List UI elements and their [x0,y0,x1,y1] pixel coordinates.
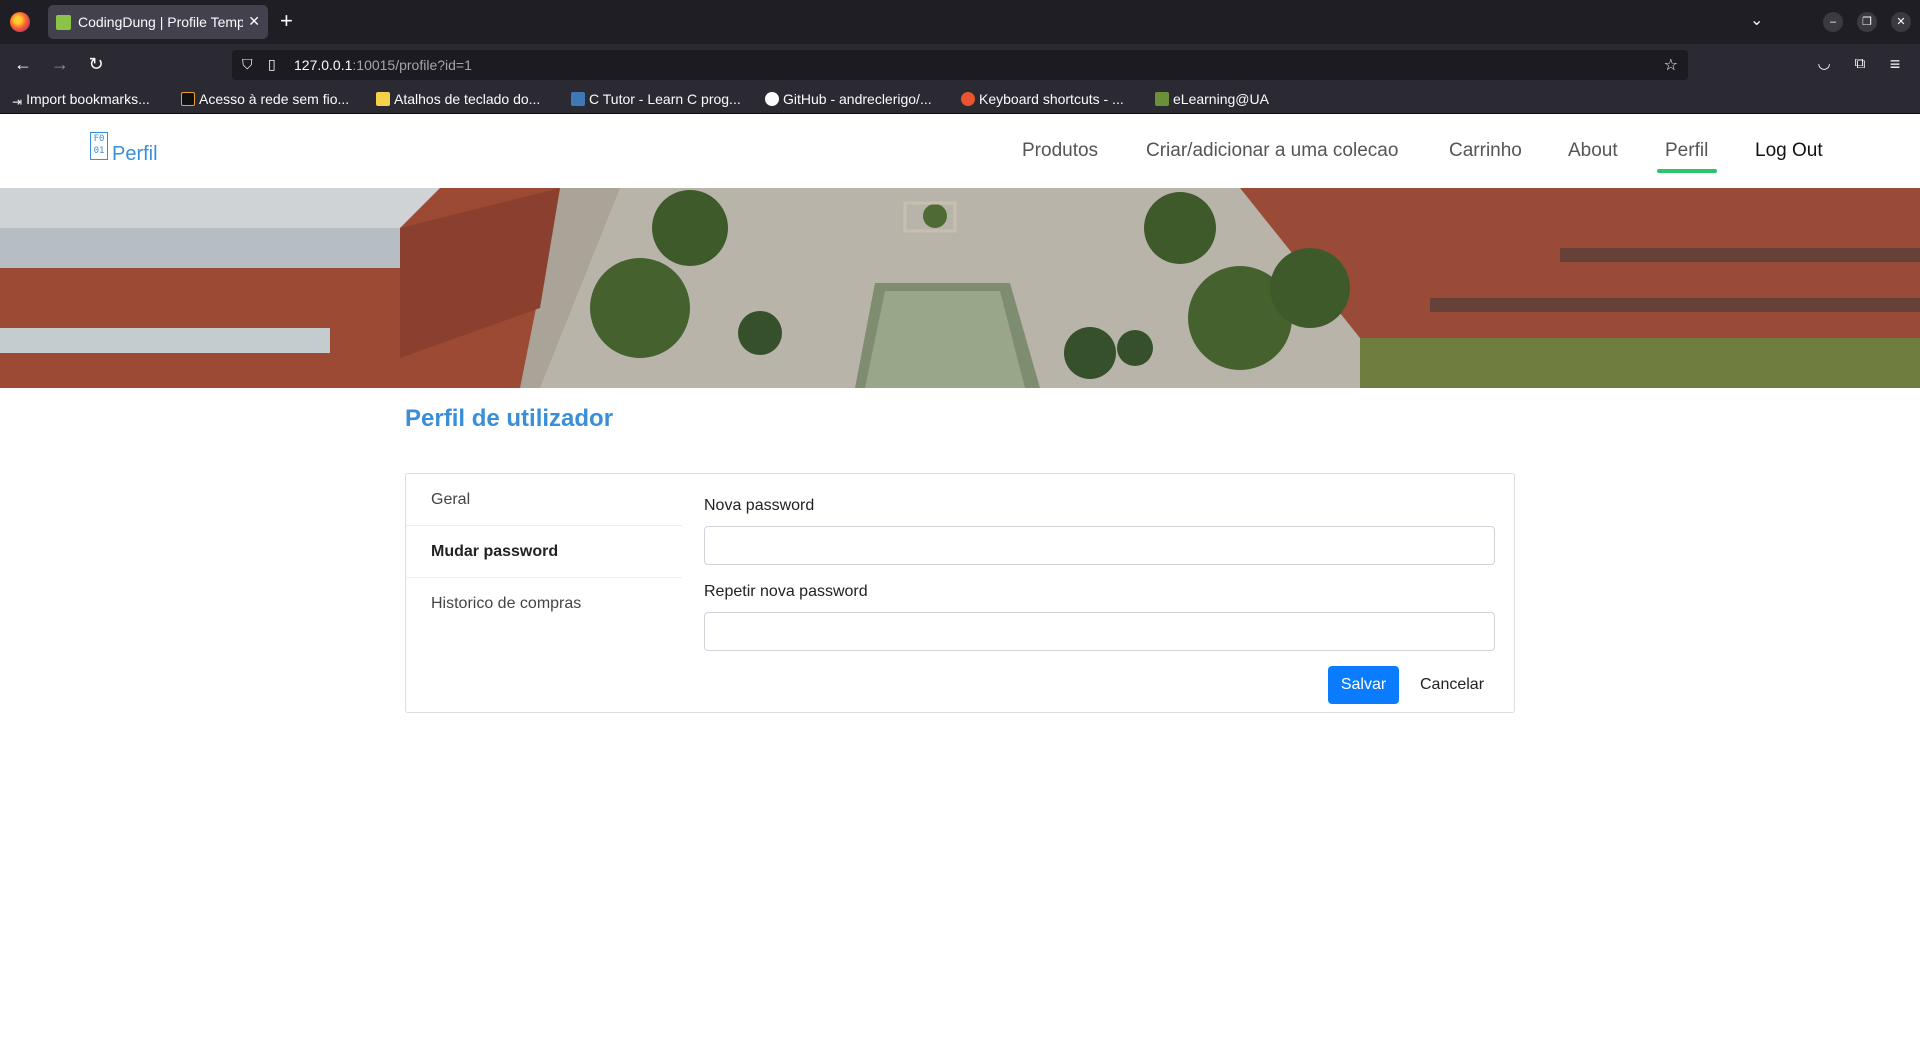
profile-card: Geral Mudar password Historico de compra… [405,473,1515,713]
bookmark-label: Atalhos de teclado do... [394,91,541,107]
campus-banner-image [0,188,1920,388]
reload-icon[interactable]: ↻ [84,52,108,76]
browser-tab[interactable]: CodingDung | Profile Template ✕ [48,5,268,39]
close-window-icon[interactable]: ✕ [1891,12,1911,32]
pocket-icon[interactable]: ◡ [1812,52,1836,76]
url-host: 127.0.0.1 [294,57,353,73]
star-icon[interactable]: ☆ [1664,55,1678,75]
brand-link[interactable]: Perfil [112,143,158,166]
bookmark-label: GitHub - andreclerigo/... [783,91,932,107]
tab-geral[interactable]: Geral [406,474,682,526]
save-button[interactable]: Salvar [1328,666,1399,704]
repeat-password-label: Repetir nova password [704,583,868,600]
tab-historico-compras[interactable]: Historico de compras [406,578,682,630]
tab-mudar-password[interactable]: Mudar password [406,526,682,578]
tab-favicon-icon [56,15,71,30]
firefox-icon[interactable] [10,12,30,32]
bookmark-item[interactable]: ⇥ Import bookmarks... [12,91,150,109]
bookmark-item[interactable]: GitHub - andreclerigo/... [765,91,932,107]
bookmark-favicon-icon [1155,92,1169,106]
new-tab-icon[interactable]: + [280,8,293,34]
url-bar[interactable]: ⛉ ▯ 127.0.0.1:10015/profile?id=1 ☆ [232,50,1688,80]
nav-logout[interactable]: Log Out [1755,140,1823,162]
campus-banner-drawing [0,188,1920,388]
bookmark-item[interactable]: Keyboard shortcuts - ... [961,91,1124,107]
bookmarks-bar: ⇥ Import bookmarks... Acesso à rede sem f… [0,85,1920,114]
firefox-bookmark-icon [961,92,975,106]
python-icon [571,92,585,106]
bookmark-label: Import bookmarks... [26,91,150,107]
nav-criar-colecao[interactable]: Criar/adicionar a uma colecao [1146,140,1398,162]
site-header: F0 01 Perfil Produtos Criar/adicionar a … [0,114,1920,188]
bookmark-item[interactable]: Atalhos de teclado do... [376,91,540,107]
nav-produtos[interactable]: Produtos [1022,140,1098,162]
import-icon: ⇥ [12,95,23,109]
url-path: :10015/profile?id=1 [352,57,472,73]
active-nav-indicator [1657,169,1717,173]
bookmark-label: eLearning@UA [1173,91,1269,107]
new-password-input[interactable] [704,526,1495,565]
new-password-label: Nova password [704,497,815,514]
bookmark-item[interactable]: eLearning@UA [1155,91,1269,107]
page-title: Perfil de utilizador [405,405,614,432]
menu-icon[interactable]: ≡ [1883,52,1907,76]
bookmark-label: C Tutor - Learn C prog... [589,91,741,107]
bookmark-favicon-icon [181,92,195,106]
page-icon[interactable]: ▯ [268,56,276,73]
minimize-icon[interactable]: – [1823,12,1843,32]
repeat-password-input[interactable] [704,612,1495,651]
browser-nav-bar: ← → ↻ ⛉ ▯ 127.0.0.1:10015/profile?id=1 ☆… [0,44,1920,85]
bookmark-favicon-icon [376,92,390,106]
tab-title: CodingDung | Profile Template [78,14,243,30]
browser-tab-bar: CodingDung | Profile Template ✕ + ⌄ – ❐ … [0,0,1920,44]
cancel-button[interactable]: Cancelar [1409,666,1495,704]
extensions-icon[interactable]: ⧉ [1848,52,1872,76]
bookmark-item[interactable]: C Tutor - Learn C prog... [571,91,741,107]
github-icon [765,92,779,106]
back-icon[interactable]: ← [11,52,35,76]
shield-icon[interactable]: ⛉ [242,56,253,73]
restore-icon[interactable]: ❐ [1857,12,1877,32]
url-text[interactable]: 127.0.0.1:10015/profile?id=1 [294,57,472,73]
brand-icon[interactable]: F0 01 [90,132,108,160]
list-tabs-icon[interactable]: ⌄ [1750,10,1763,30]
close-tab-icon[interactable]: ✕ [248,13,260,30]
nav-perfil[interactable]: Perfil [1665,140,1708,162]
forward-icon[interactable]: → [48,52,72,76]
nav-carrinho[interactable]: Carrinho [1449,140,1522,162]
bookmark-label: Keyboard shortcuts - ... [979,91,1124,107]
bookmark-item[interactable]: Acesso à rede sem fio... [181,91,349,107]
nav-about[interactable]: About [1568,140,1618,162]
bookmark-label: Acesso à rede sem fio... [199,91,350,107]
